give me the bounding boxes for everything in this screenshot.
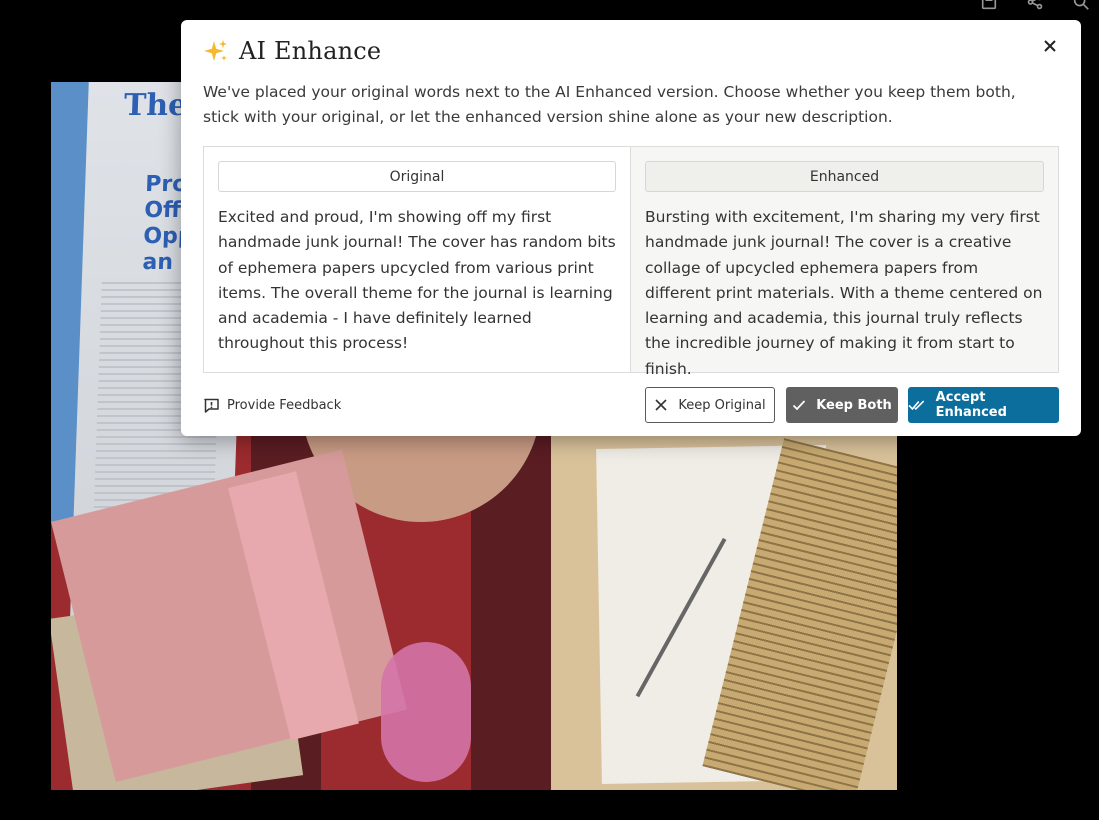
search-icon[interactable] <box>1071 0 1091 12</box>
comparison-panel: Original Excited and proud, I'm showing … <box>203 146 1059 378</box>
keep-original-button[interactable]: Keep Original <box>645 387 775 423</box>
enhanced-label: Enhanced <box>645 161 1044 192</box>
toolbar <box>979 0 1091 12</box>
double-check-icon <box>908 400 925 411</box>
check-icon <box>793 400 806 411</box>
close-icon <box>1044 40 1056 52</box>
original-column: Original Excited and proud, I'm showing … <box>204 147 631 372</box>
dialog-title: AI Enhance <box>239 37 382 65</box>
newspaper-masthead: The <box>123 88 188 123</box>
share-icon[interactable] <box>1025 0 1045 12</box>
keep-both-button[interactable]: Keep Both <box>786 387 898 423</box>
feedback-label: Provide Feedback <box>227 397 342 413</box>
provide-feedback-link[interactable]: Provide Feedback <box>203 394 341 416</box>
dialog-header: AI Enhance <box>203 36 381 66</box>
accept-enhanced-button[interactable]: Accept Enhanced <box>908 387 1059 423</box>
close-button[interactable] <box>1039 35 1061 57</box>
feedback-icon <box>204 398 219 413</box>
ai-enhance-dialog: AI Enhance We've placed your original wo… <box>181 20 1081 436</box>
sparkle-icon <box>203 38 229 64</box>
enhanced-text: Bursting with excitement, I'm sharing my… <box>645 208 1043 378</box>
keep-both-label: Keep Both <box>816 397 892 413</box>
ribbon <box>381 642 471 782</box>
save-icon[interactable] <box>979 0 999 12</box>
x-icon <box>655 399 667 411</box>
accept-enhanced-label: Accept Enhanced <box>935 390 1007 420</box>
original-text: Excited and proud, I'm showing off my fi… <box>218 208 616 353</box>
keep-original-label: Keep Original <box>678 397 766 413</box>
enhanced-column: Enhanced Bursting with excitement, I'm s… <box>631 147 1058 378</box>
dialog-description: We've placed your original words next to… <box>203 83 1016 126</box>
original-label: Original <box>218 161 616 192</box>
screen: The Pro Offer Opp an AI Enhance We've pl… <box>0 0 1099 820</box>
